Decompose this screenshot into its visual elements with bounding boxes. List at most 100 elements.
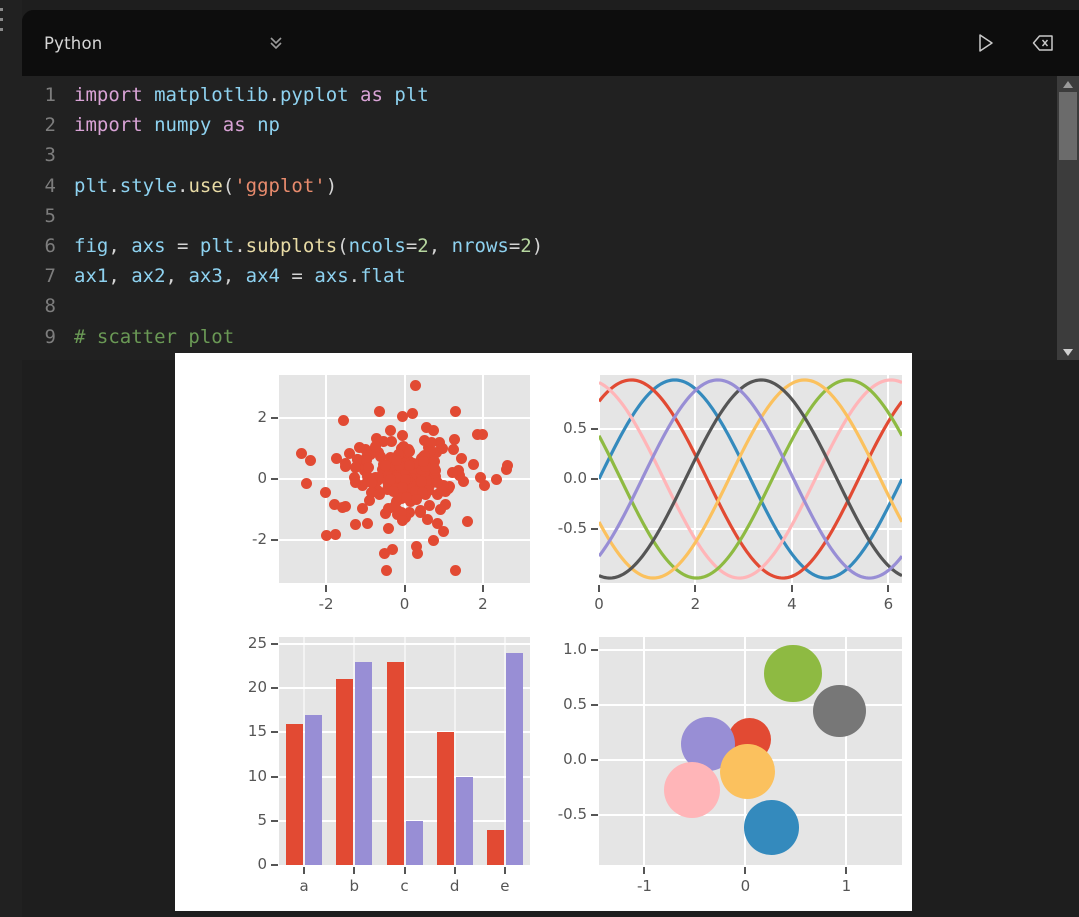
code-line[interactable]: 6 fig, axs = plt.subplots(ncols=2, nrows=… xyxy=(22,231,1057,261)
scatter-point xyxy=(349,461,361,473)
code-vertical-scrollbar[interactable] xyxy=(1057,76,1079,360)
language-label: Python xyxy=(44,33,103,53)
code-lines-container: 1 import matplotlib.pyplot as plt 2 import … xyxy=(22,76,1057,352)
scatter-point xyxy=(396,514,408,526)
scatter-point xyxy=(357,502,369,514)
code-line[interactable]: 3 xyxy=(22,140,1057,170)
bar-d-s1 xyxy=(436,732,454,865)
scatter-point xyxy=(409,380,421,392)
x-tick-label: c xyxy=(400,877,409,895)
y-tick-mark xyxy=(591,704,598,707)
plot-panel xyxy=(279,375,530,583)
backspace-delete-icon[interactable] xyxy=(1029,29,1057,57)
code-line-text: # scatter plot xyxy=(74,325,235,348)
y-tick-mark xyxy=(591,759,598,762)
x-tick-label: b xyxy=(349,877,360,895)
bubble-blue xyxy=(744,800,799,855)
sine-curves-svg xyxy=(599,378,902,580)
code-line-text: import matplotlib.pyplot as plt xyxy=(74,84,429,106)
line-number: 2 xyxy=(44,114,56,137)
sine-curves-axes: 0.5 0.0 -0.5 0 2 4 6 xyxy=(544,365,904,615)
y-tick-label: 0.5 xyxy=(563,695,587,714)
scatter-point xyxy=(300,478,312,490)
y-tick-mark xyxy=(591,814,598,817)
code-line[interactable]: 2 import numpy as np xyxy=(22,110,1057,140)
scatter-point xyxy=(385,436,397,448)
code-line[interactable]: 9 # scatter plot xyxy=(22,322,1057,352)
toolbar-actions xyxy=(971,29,1057,57)
scatter-point xyxy=(421,514,433,526)
clipped-menu-icon[interactable] xyxy=(0,8,4,38)
x-tick-label: 6 xyxy=(883,595,894,613)
scrollbar-thumb[interactable] xyxy=(1059,92,1077,160)
language-selector[interactable]: Python xyxy=(44,34,285,53)
scatter-point xyxy=(397,410,409,422)
left-edge-strip xyxy=(0,0,22,917)
triangle-down-icon[interactable] xyxy=(1057,344,1079,360)
code-line[interactable]: 7 ax1, ax2, ax3, ax4 = axs.flat xyxy=(22,261,1057,291)
y-tick-label: 0 xyxy=(257,469,267,487)
scatter-point xyxy=(434,503,446,515)
y-tick-mark xyxy=(591,649,598,652)
scatter-point xyxy=(461,516,473,528)
y-tick-mark xyxy=(591,428,598,431)
x-tick-label: 0 xyxy=(594,595,604,613)
x-tick-mark xyxy=(325,585,328,592)
line-number: 7 xyxy=(44,265,56,288)
grid-line-vertical xyxy=(643,637,646,865)
scrollbar-track[interactable] xyxy=(1057,92,1079,360)
code-line[interactable]: 5 xyxy=(22,201,1057,231)
scatter-point xyxy=(477,429,489,441)
x-tick-mark xyxy=(887,585,890,592)
scatter-point xyxy=(448,434,460,446)
triangle-up-icon[interactable] xyxy=(1057,76,1079,92)
scatter-point xyxy=(363,461,375,473)
y-tick-label: 0.0 xyxy=(563,469,587,487)
y-tick-label: -2 xyxy=(252,530,267,549)
scatter-point xyxy=(491,473,503,485)
scatter-point xyxy=(436,443,448,454)
y-tick-mark xyxy=(271,687,278,690)
y-tick-label: 10 xyxy=(247,766,267,785)
scatter-point xyxy=(349,519,361,531)
y-tick-label: 2 xyxy=(257,407,267,426)
y-tick-label: 0.0 xyxy=(563,750,587,769)
grouped-bar-chart-axes: 25 20 15 10 5 0 a b c d e xyxy=(225,627,532,899)
y-tick-mark xyxy=(271,864,278,866)
code-line-text: import numpy as np xyxy=(74,114,280,137)
scatter-point xyxy=(428,534,440,546)
play-triangle-icon[interactable] xyxy=(971,29,999,57)
y-tick-mark xyxy=(591,527,598,530)
bar-e-s2 xyxy=(505,652,523,865)
bubble-green xyxy=(764,644,822,703)
y-tick-label: 25 xyxy=(247,634,267,653)
chevron-double-down-icon[interactable] xyxy=(267,34,285,52)
scatter-point xyxy=(385,424,397,436)
x-tick-mark xyxy=(744,867,747,874)
scatter-point xyxy=(349,476,361,488)
scatter-plot-axes: 2 0 -2 -2 0 2 xyxy=(225,365,532,615)
scatter-point xyxy=(381,565,393,577)
line-number: 4 xyxy=(44,174,56,197)
scatter-point xyxy=(467,458,479,470)
bar-a-s2 xyxy=(305,714,323,865)
x-tick-label: a xyxy=(299,877,309,895)
code-line[interactable]: 4 plt.style.use('ggplot') xyxy=(22,171,1057,201)
line-number: 6 xyxy=(44,235,56,258)
scatter-point xyxy=(319,487,331,499)
scatter-point xyxy=(411,494,423,506)
x-tick-label: 0 xyxy=(740,877,751,895)
code-area[interactable]: 1 import matplotlib.pyplot as plt 2 import … xyxy=(22,76,1079,360)
code-editor-window: Python 1 import matplotlib.pyplot as plt… xyxy=(22,10,1079,360)
scatter-point xyxy=(404,445,416,457)
x-tick-label: d xyxy=(449,877,460,895)
y-tick-label: -0.5 xyxy=(557,805,587,824)
scatter-point xyxy=(455,452,467,464)
code-line[interactable]: 8 xyxy=(22,291,1057,321)
x-tick-mark xyxy=(403,867,406,874)
matplotlib-figure-output: 2 0 -2 -2 0 2 0.5 0.0 -0.5 0 2 4 6 25 20 15 10 5 0 a b c d e … xyxy=(175,353,912,911)
x-tick-mark xyxy=(303,867,306,874)
x-tick-label: 0 xyxy=(399,595,410,613)
line-number: 9 xyxy=(44,325,56,348)
code-line[interactable]: 1 import matplotlib.pyplot as plt xyxy=(22,80,1057,110)
